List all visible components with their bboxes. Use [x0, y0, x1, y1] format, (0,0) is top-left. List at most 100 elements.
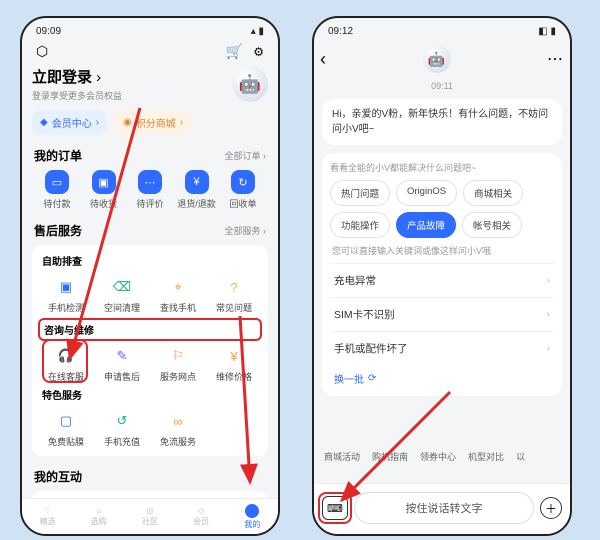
cta-row: ◆ 会员中心 › ◉ 积分商城 › [32, 110, 268, 135]
film-icon: ▢ [55, 410, 77, 432]
self-space-clean[interactable]: ⌫ 空间清理 [94, 272, 150, 318]
chip-function[interactable]: 功能操作 [330, 212, 390, 238]
order-to-pay[interactable]: ▭ 待付款 [36, 170, 78, 210]
self-phone-detect[interactable]: ▣ 手机检测 [38, 272, 94, 318]
consult-grid: 🎧 在线客服 ✎ 申请售后 ⚐ 服务网点 ¥ 维修价格 [38, 341, 262, 387]
header: ⬡ 🛒 ⚙ [32, 41, 268, 64]
diamond-icon: ◇ [198, 506, 204, 515]
greeting-bubble: Hi，亲爱的V粉，新年快乐！有什么问题，不妨问问小V吧~ [322, 99, 562, 145]
order-to-receive[interactable]: ▣ 待收货 [83, 170, 125, 210]
login-title: 立即登录 [32, 66, 122, 87]
recycle-icon: ↻ [231, 170, 255, 194]
chip-originos[interactable]: OriginOS [396, 180, 457, 206]
apply-aftersale[interactable]: ✎ 申请售后 [94, 341, 150, 387]
self-check-grid: ▣ 手机检测 ⌫ 空间清理 ⌖ 查找手机 ? 常见问题 [38, 272, 262, 318]
orders-row: ▭ 待付款 ▣ 待收货 ⋯ 待评价 ¥ 退货/退款 ↻ 回收单 [32, 164, 268, 210]
refresh-icon: ⟳ [368, 373, 376, 384]
tab-member[interactable]: ◇ 会员 [193, 506, 209, 527]
special-service-title: 特色服务 [38, 387, 262, 406]
self-faq[interactable]: ? 常见问题 [206, 272, 262, 318]
suggestion-item[interactable]: 机型对比 [468, 450, 504, 463]
repair-price[interactable]: ¥ 维修价格 [206, 341, 262, 387]
chip-product-fault[interactable]: 产品故障 [396, 212, 456, 238]
aftersale-card: 自助排查 ▣ 手机检测 ⌫ 空间清理 ⌖ 查找手机 ? 常见问题 [32, 245, 268, 456]
suggestion-item[interactable]: 商城活动 [324, 450, 360, 463]
chat-body: 09:11 Hi，亲爱的V粉，新年快乐！有什么问题，不妨问问小V吧~ 看看全能的… [314, 77, 570, 483]
suggestion-item[interactable]: 购机指南 [372, 450, 408, 463]
outlet-icon: ⚐ [167, 345, 189, 367]
avatar[interactable]: 🤖 [232, 66, 268, 102]
chevron-right-icon: › [547, 275, 550, 286]
cta-member-center[interactable]: ◆ 会员中心 › [32, 110, 107, 135]
orders-head: 我的订单 全部订单 › [32, 147, 268, 164]
topic-card: 看看全能的小V都能解决什么问题吧~ 热门问题 OriginOS 商城相关 功能操… [322, 153, 562, 396]
truck-icon: ▣ [92, 170, 116, 194]
heart-icon: ♡ [44, 506, 51, 515]
recharge-icon: ↺ [111, 410, 133, 432]
statusbar-left: 09:09 ▴ ▮ [22, 18, 278, 41]
voice-input-button[interactable]: 按住说话转文字 [354, 492, 534, 524]
suggestion-row: 商城活动 购机指南 领券中心 机型对比 以 [318, 444, 566, 469]
list-device-broken[interactable]: 手机或配件坏了 › [330, 331, 554, 365]
chat-header: ‹ 🤖 ⋯ [314, 41, 570, 77]
cart-icon[interactable]: 🛒 [226, 43, 243, 60]
bot-avatar: 🤖 [423, 45, 451, 73]
status-icons: ◧ ▮ [538, 26, 556, 37]
list-charge-abnormal[interactable]: 充电异常 › [330, 263, 554, 297]
service-outlets[interactable]: ⚐ 服务网点 [150, 341, 206, 387]
chevron-right-icon: › [96, 117, 99, 128]
refresh-button[interactable]: 换一批 ⟳ [330, 365, 380, 386]
tab-community[interactable]: ◎ 社区 [142, 506, 158, 527]
status-time: 09:09 [36, 26, 61, 37]
cta-points-mall[interactable]: ◉ 积分商城 › [115, 110, 191, 135]
free-film[interactable]: ▢ 免费贴膜 [38, 406, 94, 452]
chip-account[interactable]: 帐号相关 [462, 212, 522, 238]
order-refund[interactable]: ¥ 退货/退款 [176, 170, 218, 210]
settings-hex-icon[interactable]: ⬡ [36, 43, 48, 60]
find-phone-icon: ⌖ [167, 276, 189, 298]
chevron-right-icon: › [547, 309, 550, 320]
data-free-icon: ∞ [167, 410, 189, 432]
tabbar: ♡ 精选 ⌂ 选购 ◎ 社区 ◇ 会员 我的 [22, 498, 278, 534]
phone-recharge[interactable]: ↺ 手机充值 [94, 406, 150, 452]
order-recycle[interactable]: ↻ 回收单 [222, 170, 264, 210]
chip-row: 热门问题 OriginOS 商城相关 功能操作 产品故障 帐号相关 [330, 180, 554, 238]
community-icon: ◎ [146, 506, 153, 515]
chip-title: 看看全能的小V都能解决什么问题吧~ [330, 161, 554, 174]
chevron-right-icon: › [180, 117, 183, 128]
login-row[interactable]: 立即登录 登录享受更多会员权益 🤖 [32, 66, 268, 102]
plus-button[interactable]: ＋ [540, 497, 562, 519]
self-find-phone[interactable]: ⌖ 查找手机 [150, 272, 206, 318]
free-data[interactable]: ∞ 免流服务 [150, 406, 206, 452]
coin-icon: ◉ [123, 117, 132, 128]
refund-icon: ¥ [185, 170, 209, 194]
statusbar-right: 09:12 ◧ ▮ [314, 18, 570, 41]
chevron-right-icon: › [547, 343, 550, 354]
keyboard-toggle[interactable]: ⌨ [322, 496, 348, 520]
more-button[interactable]: ⋯ [547, 49, 564, 69]
chip-mall[interactable]: 商城相关 [463, 180, 523, 206]
chip-hot[interactable]: 热门问题 [330, 180, 390, 206]
gear-icon[interactable]: ⚙ [253, 45, 264, 59]
tab-mine[interactable]: 我的 [244, 504, 260, 530]
list-sim-not-detected[interactable]: SIM卡不识别 › [330, 297, 554, 331]
back-button[interactable]: ‹ [320, 49, 326, 70]
aftersale-all-link[interactable]: 全部服务 › [225, 224, 267, 237]
phone-detect-icon: ▣ [55, 276, 77, 298]
space-clean-icon: ⌫ [111, 276, 133, 298]
interaction-card [32, 491, 268, 498]
tab-featured[interactable]: ♡ 精选 [40, 506, 56, 527]
chat-timestamp: 09:11 [318, 81, 566, 91]
tab-shop[interactable]: ⌂ 选购 [91, 506, 107, 527]
bag-icon: ⌂ [96, 506, 101, 515]
suggestion-item[interactable]: 以 [516, 450, 525, 463]
online-service[interactable]: 🎧 在线客服 [38, 341, 94, 387]
status-icons: ▴ ▮ [251, 26, 264, 37]
suggestion-item[interactable]: 领券中心 [420, 450, 456, 463]
badge-icon: ◆ [40, 117, 48, 128]
interaction-head: 我的互动 [32, 468, 268, 485]
order-to-review[interactable]: ⋯ 待评价 [129, 170, 171, 210]
orders-all-link[interactable]: 全部订单 › [225, 149, 267, 162]
phone-right: 09:12 ◧ ▮ ‹ 🤖 ⋯ 09:11 Hi，亲爱的V粉，新年快乐！有什么问… [312, 16, 572, 536]
status-time: 09:12 [328, 26, 353, 37]
